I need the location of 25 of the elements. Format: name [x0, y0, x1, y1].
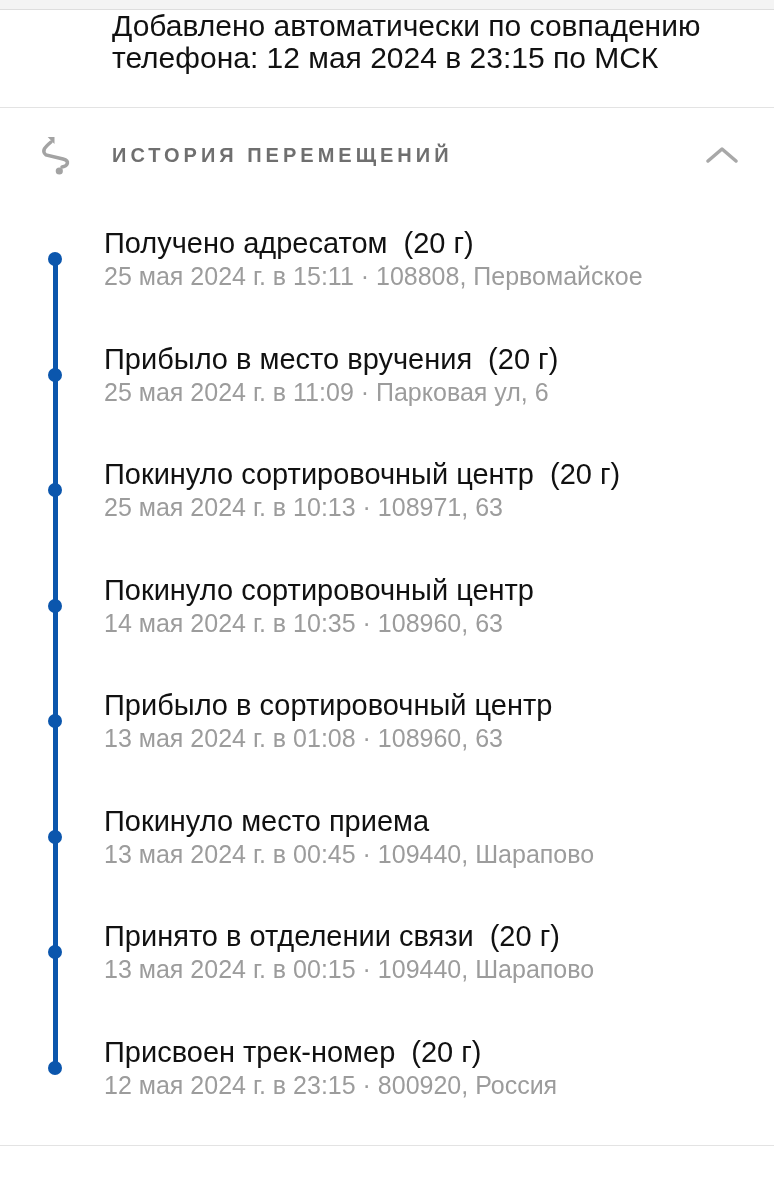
- collapse-toggle[interactable]: [704, 144, 740, 165]
- event-weight: (20 г): [403, 226, 474, 261]
- event-title: Покинуло сортировочный центр: [104, 572, 534, 608]
- section-title: ИСТОРИЯ ПЕРЕМЕЩЕНИЙ: [112, 142, 453, 168]
- event-title: Прибыло в сортировочный центр: [104, 688, 553, 723]
- event-weight: (20 г): [411, 1034, 482, 1070]
- event-details: 25 мая 2024 г. в 10:13 · 108971, 63: [104, 492, 504, 522]
- event-details: 13 мая 2024 г. в 00:45 · 109440, Шарапово: [104, 838, 595, 869]
- event-title: Покинуло место приема: [104, 803, 430, 839]
- event-details: 25 мая 2024 г. в 11:09 · Парковая ул, 6: [104, 376, 550, 407]
- event-title: Прибыло в место вручения: [104, 341, 473, 377]
- event-details: 13 мая 2024 г. в 00:15 · 109440, Шарапово: [104, 954, 595, 984]
- event-title: Получено адресатом: [104, 226, 388, 261]
- event-title: Принято в отделении связи: [104, 919, 474, 954]
- event-title: Присвоен трек-номер: [104, 1034, 396, 1070]
- event-details: 13 мая 2024 г. в 01:08 · 108960, 63: [104, 723, 504, 753]
- event-details: 25 мая 2024 г. в 15:11 · 108808, Первомайское: [104, 261, 643, 291]
- event-title: Покинуло сортировочный центр: [104, 457, 534, 492]
- chevron-up-icon: [706, 146, 738, 163]
- event-details: 12 мая 2024 г. в 23:15 · 800920, Россия: [104, 1069, 558, 1100]
- event-weight: (20 г): [550, 457, 621, 492]
- event-weight: (20 г): [488, 341, 559, 377]
- auto-added-note: Добавлено автоматически по совпадению телефона: 12 мая 2024 в 23:15 по МСК: [112, 10, 702, 74]
- event-weight: (20 г): [489, 919, 560, 954]
- event-details: 14 мая 2024 г. в 10:35 · 108960, 63: [104, 607, 504, 638]
